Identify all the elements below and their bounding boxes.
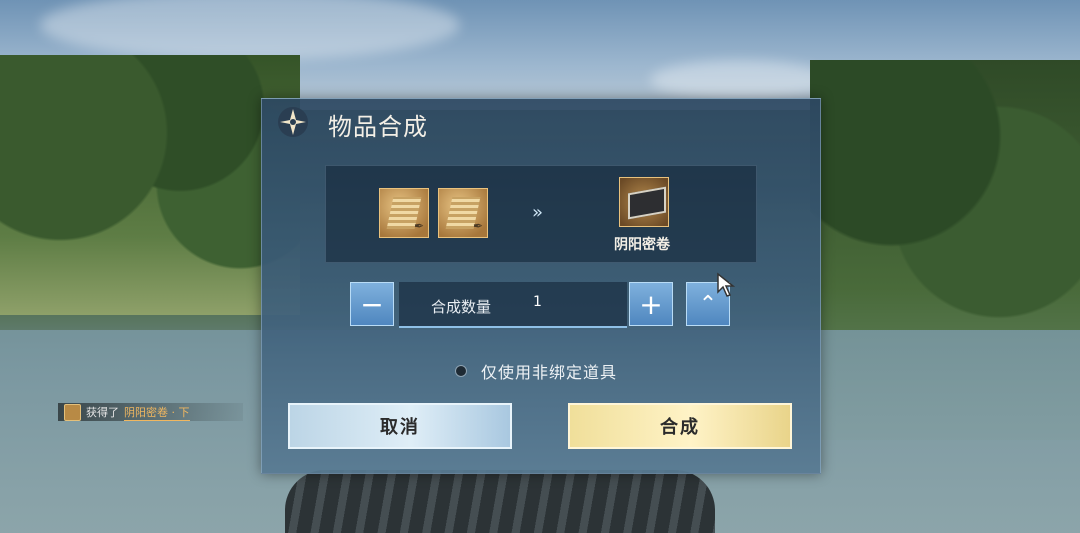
mouse-cursor-icon	[717, 272, 736, 297]
quantity-label: 合成数量	[431, 298, 492, 316]
result-item-slot[interactable]	[619, 177, 669, 227]
synthesize-button[interactable]: 合成	[568, 403, 792, 449]
forest-left	[0, 55, 300, 315]
yinyang-scroll-box-icon	[628, 186, 666, 220]
notification-prefix: 获得了	[86, 406, 119, 419]
pagoda-roof	[285, 470, 715, 533]
increase-quantity-button[interactable]: +	[629, 282, 673, 326]
quantity-field[interactable]: 合成数量 1	[399, 282, 627, 328]
unbound-only-radio[interactable]	[455, 365, 467, 377]
material-slot-2[interactable]: ✒	[438, 188, 488, 238]
arrow-right-icon: »	[532, 202, 544, 223]
item-obtained-notification: 获得了 阴阳密卷 · 下	[58, 403, 243, 421]
cloud	[650, 60, 830, 100]
result-item-name: 阴阳密卷	[614, 237, 670, 253]
decrease-quantity-button[interactable]: −	[350, 282, 394, 326]
notification-item-link[interactable]: 阴阳密卷 · 下	[124, 404, 190, 421]
scroll-icon	[64, 403, 81, 421]
quantity-value: 1	[533, 294, 542, 310]
unbound-only-label: 仅使用非绑定道具	[481, 363, 618, 382]
material-slot-1[interactable]: ✒	[379, 188, 429, 238]
dialog-title: 物品合成	[328, 113, 428, 141]
unbound-only-option[interactable]: 仅使用非绑定道具	[455, 359, 617, 383]
shuriken-emblem-icon	[278, 107, 308, 137]
brush-icon: ✒	[413, 219, 424, 233]
brush-icon: ✒	[472, 219, 483, 233]
synthesis-recipe-panel: ✒ ✒ » 阴阳密卷	[325, 165, 757, 263]
cancel-button[interactable]: 取消	[288, 403, 512, 449]
